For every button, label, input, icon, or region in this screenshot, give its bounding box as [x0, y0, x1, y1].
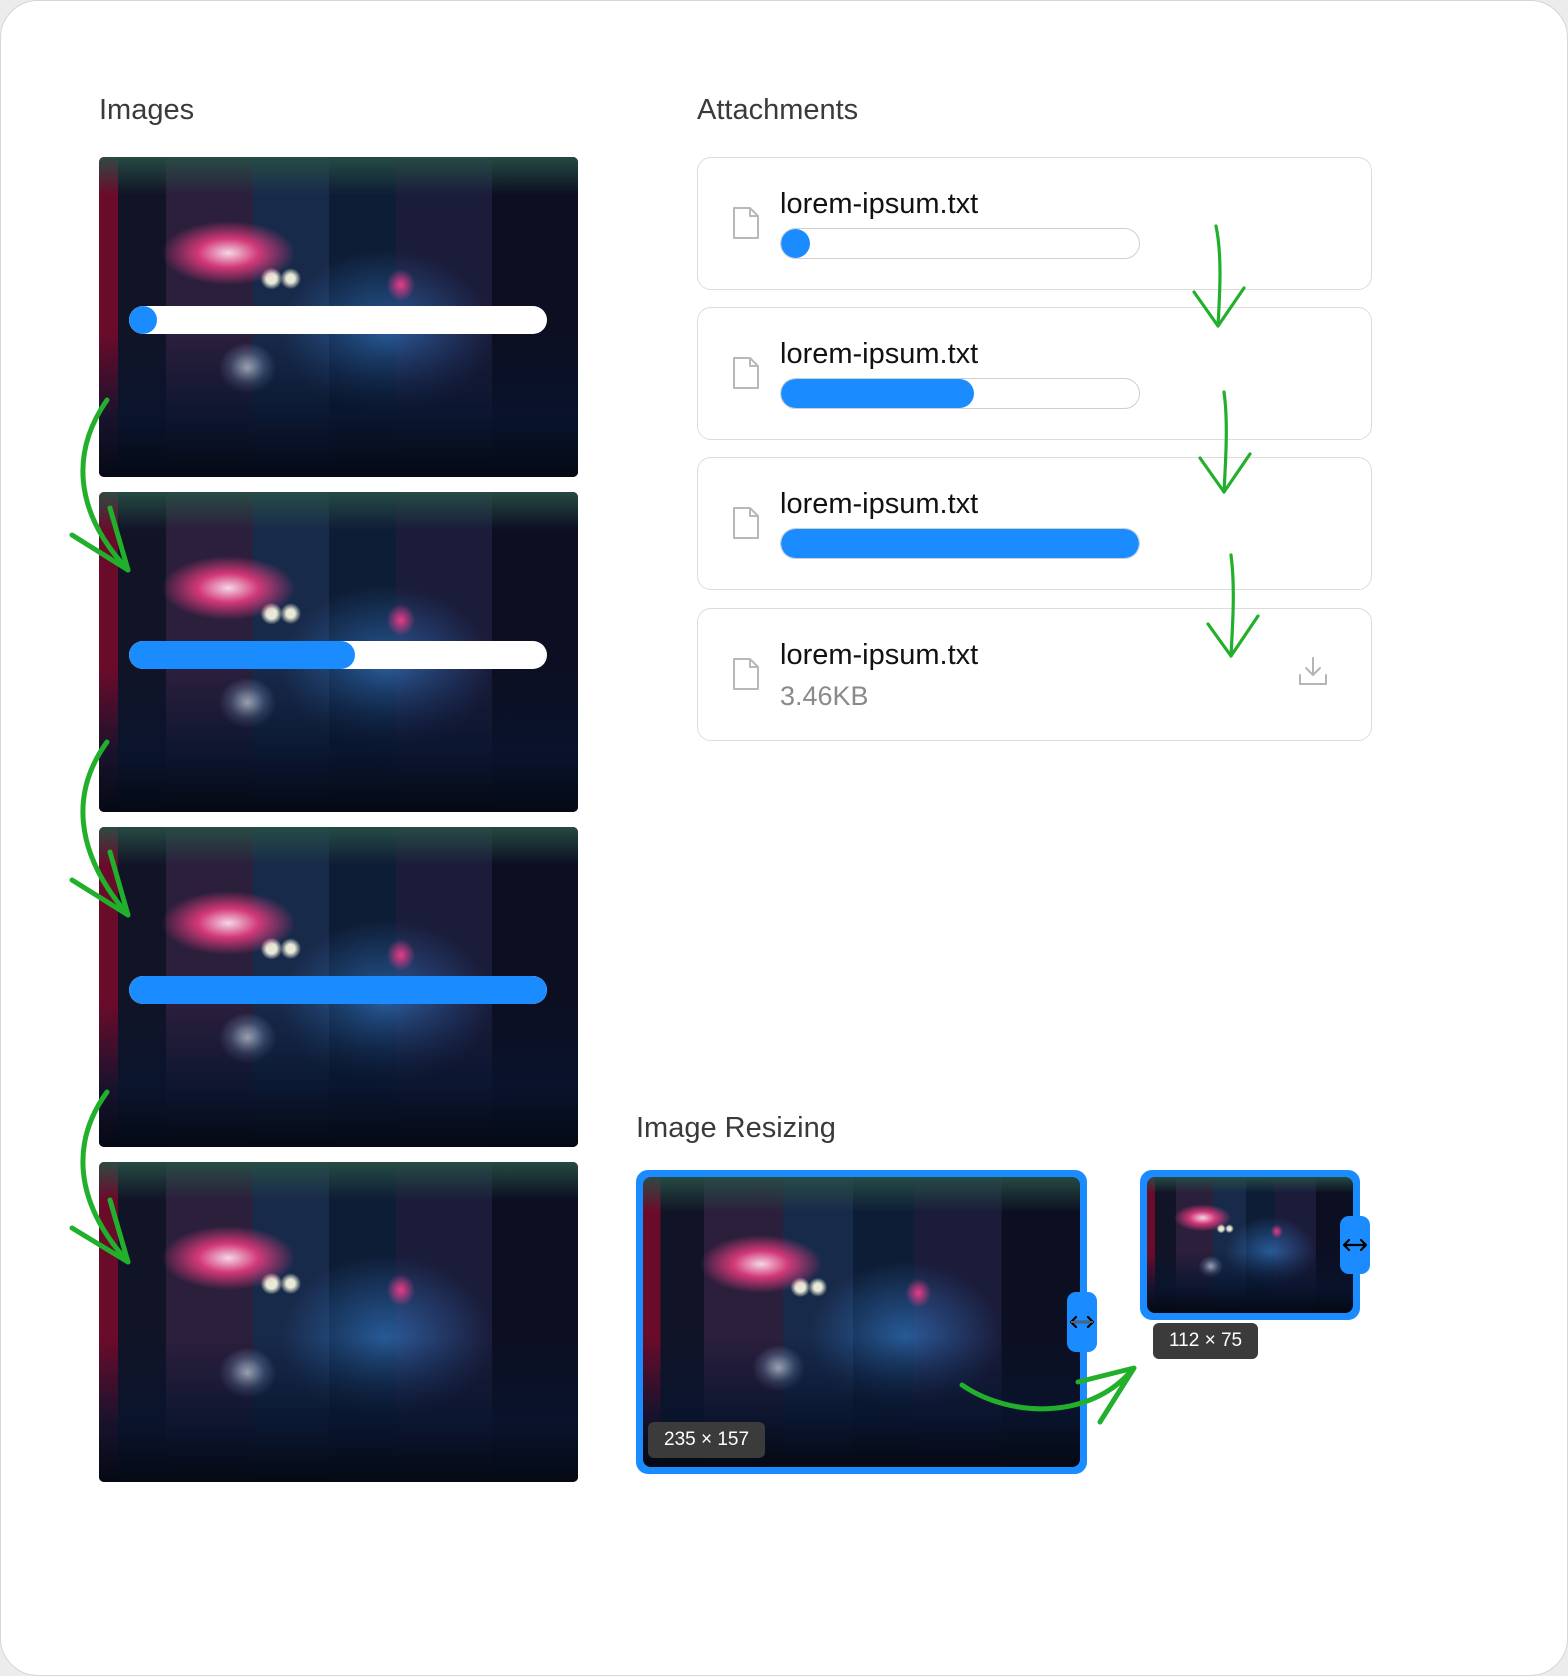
resize-handle[interactable]: [1067, 1292, 1097, 1352]
image-upload-step-2: [99, 492, 578, 812]
dimensions-label: 235 × 157: [648, 1422, 766, 1458]
attachment-file-size: 3.46KB: [780, 681, 869, 711]
image-resizing-section-title: Image Resizing: [636, 1112, 836, 1144]
resizable-image-small[interactable]: [1140, 1170, 1360, 1320]
download-icon[interactable]: [1297, 655, 1329, 687]
resize-handle[interactable]: [1340, 1216, 1370, 1274]
attachment-card-uploading-3[interactable]: lorem-ipsum.txt: [697, 457, 1372, 590]
image-upload-step-1: [99, 157, 578, 477]
image-progress-fill: [129, 641, 355, 669]
resize-arrows-icon: [1069, 1315, 1095, 1329]
dimensions-label: 112 × 75: [1153, 1323, 1259, 1359]
attachment-card-complete[interactable]: lorem-ipsum.txt 3.46KB: [697, 608, 1372, 741]
attachment-file-name: lorem-ipsum.txt: [780, 338, 979, 370]
attachment-card-uploading-1[interactable]: lorem-ipsum.txt: [697, 157, 1372, 290]
attachment-file-name: lorem-ipsum.txt: [780, 188, 979, 220]
file-icon: [733, 658, 759, 690]
image-progress-bar: [129, 641, 547, 669]
attachment-progress-bar: [780, 378, 1140, 409]
attachment-progress-bar: [780, 228, 1140, 259]
attachment-file-name: lorem-ipsum.txt: [780, 488, 979, 520]
attachment-progress-bar: [780, 528, 1140, 559]
image-upload-step-3: [99, 827, 578, 1147]
image-progress-fill: [129, 976, 547, 1004]
attachment-file-name: lorem-ipsum.txt: [780, 639, 979, 671]
image-progress-bar: [129, 976, 547, 1004]
image-progress-fill: [129, 306, 157, 334]
attachment-progress-fill: [781, 529, 1139, 558]
resizable-image-large[interactable]: 235 × 157: [636, 1170, 1087, 1474]
attachment-progress-fill: [781, 379, 975, 408]
image-progress-bar: [129, 306, 547, 334]
file-icon: [733, 507, 759, 539]
resizable-image: [1147, 1177, 1353, 1313]
file-icon: [733, 357, 759, 389]
attachment-card-uploading-2[interactable]: lorem-ipsum.txt: [697, 307, 1372, 440]
attachment-progress-fill: [781, 229, 810, 258]
image-upload-complete: [99, 1162, 578, 1482]
images-section-title: Images: [99, 94, 195, 126]
resize-arrows-icon: [1342, 1238, 1368, 1252]
file-icon: [733, 207, 759, 239]
attachments-section-title: Attachments: [697, 94, 859, 126]
